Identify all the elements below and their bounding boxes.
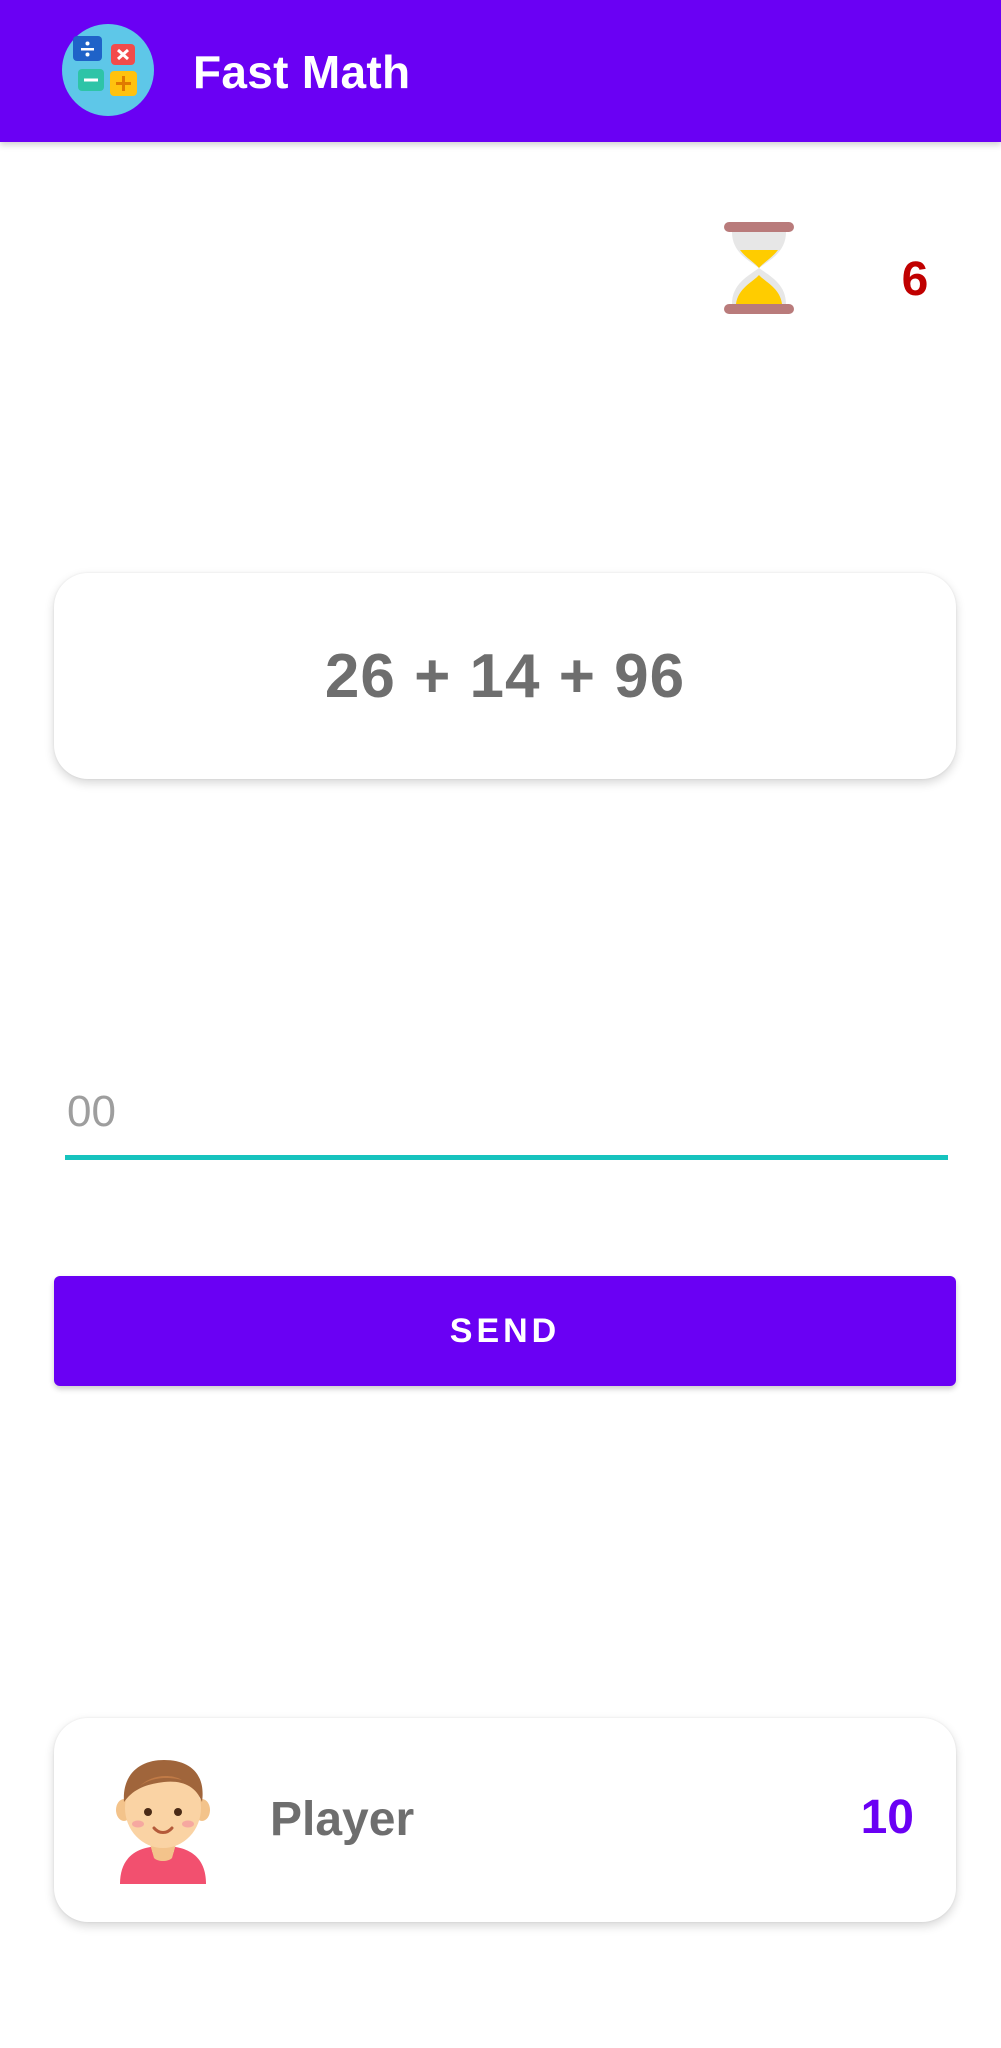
app-title: Fast Math <box>193 46 411 98</box>
calculator-operations-icon <box>62 24 154 116</box>
timer-countdown: 6 <box>901 253 929 306</box>
player-card: Player 10 <box>54 1718 956 1922</box>
hourglass-icon <box>724 222 794 314</box>
player-name: Player <box>270 1793 415 1846</box>
math-question: 26 + 14 + 96 <box>324 641 686 711</box>
boy-avatar-icon <box>116 1760 210 1884</box>
answer-input[interactable] <box>65 1060 948 1160</box>
question-card: 26 + 14 + 96 <box>54 573 956 779</box>
player-score: 10 <box>860 1791 914 1844</box>
send-button[interactable]: SEND <box>54 1276 956 1386</box>
app-bar: Fast Math <box>0 0 1001 142</box>
